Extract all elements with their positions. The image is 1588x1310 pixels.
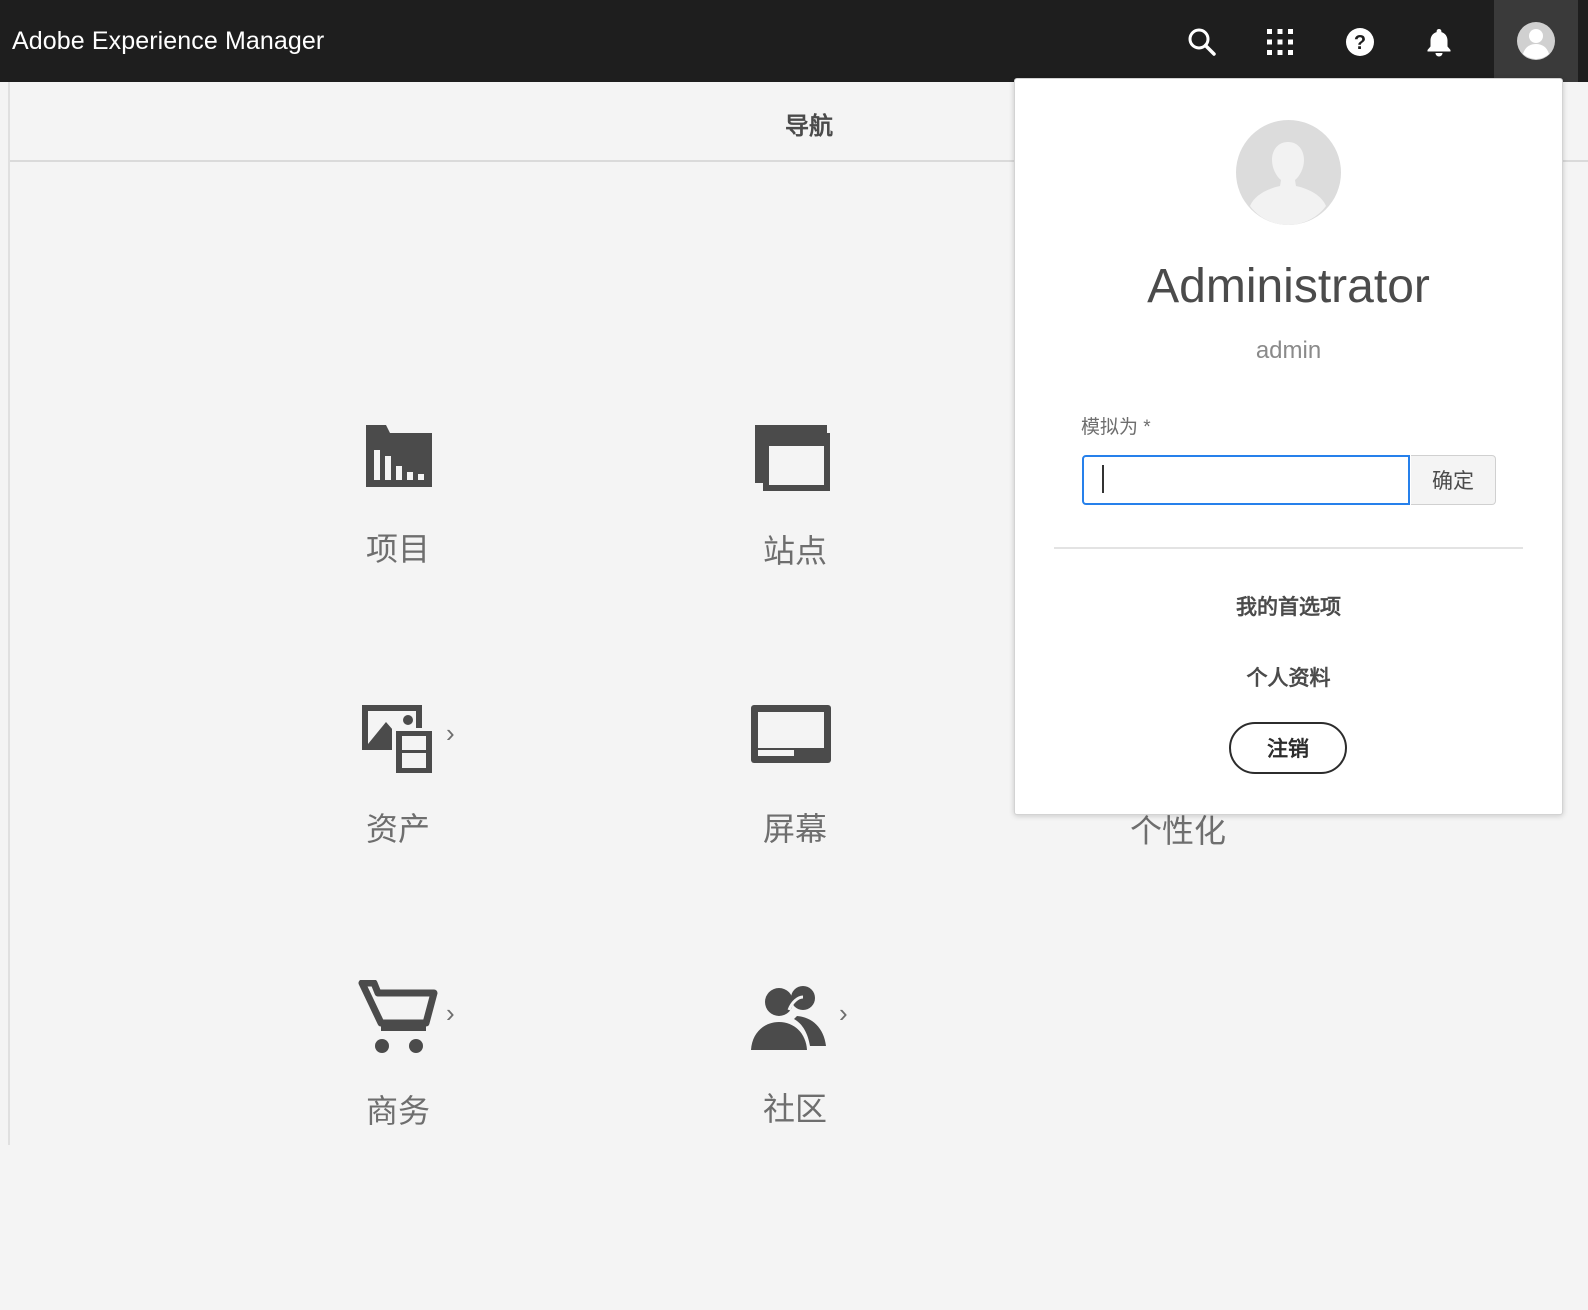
brand-title[interactable]: Adobe Experience Manager: [12, 27, 324, 56]
help-icon[interactable]: ?: [1339, 21, 1381, 63]
user-avatar-button[interactable]: [1494, 0, 1578, 82]
user-avatar-icon: [1517, 22, 1555, 60]
tile-label: 社区: [762, 1091, 827, 1127]
text-cursor: [1102, 465, 1104, 493]
svg-text:?: ?: [1354, 32, 1366, 54]
tile-assets[interactable]: › 资产: [288, 700, 508, 900]
tile-label: 站点: [762, 533, 827, 569]
tile-label: 项目: [365, 531, 430, 567]
sites-icon: [755, 425, 830, 491]
bell-icon[interactable]: [1418, 21, 1460, 63]
screens-icon: [751, 705, 831, 763]
tile-sites[interactable]: 站点: [685, 420, 905, 620]
tile-label: 资产: [365, 811, 430, 847]
profile-link[interactable]: 个人资料: [1015, 662, 1562, 692]
chevron-right-icon: ›: [446, 998, 455, 1028]
communities-icon: [751, 986, 826, 1050]
user-id: admin: [1255, 337, 1322, 364]
apps-grid-icon[interactable]: [1259, 21, 1301, 63]
my-preferences-link[interactable]: 我的首选项: [1015, 591, 1562, 621]
user-display-name: Administrator: [1147, 260, 1430, 313]
top-bar: Adobe Experience Manager ?: [0, 0, 1588, 82]
tile-communities[interactable]: › 社区: [685, 980, 905, 1180]
commerce-cart-icon: [358, 980, 438, 1053]
assets-icon: [362, 705, 434, 774]
impersonate-input[interactable]: [1082, 455, 1410, 505]
avatar: [1236, 120, 1341, 225]
tile-label: 商务: [365, 1093, 430, 1129]
tile-screens[interactable]: 屏幕: [685, 700, 905, 900]
user-silhouette-icon: [1250, 142, 1326, 225]
tile-projects[interactable]: 项目: [288, 420, 508, 620]
tile-commerce[interactable]: › 商务: [288, 980, 508, 1180]
divider: [1054, 547, 1523, 549]
tile-label: 屏幕: [762, 811, 827, 847]
left-rail-divider: [8, 82, 10, 1145]
user-popover: Administrator admin 模拟为 * 确定 我的首选项 个人资料 …: [1014, 78, 1563, 815]
chevron-right-icon: ›: [839, 998, 848, 1028]
projects-icon: [366, 425, 432, 487]
chevron-right-icon: ›: [446, 718, 455, 748]
impersonate-label: 模拟为 *: [1081, 417, 1151, 438]
sign-out-button[interactable]: 注销: [1229, 722, 1347, 774]
impersonate-ok-button[interactable]: 确定: [1411, 455, 1496, 505]
search-icon[interactable]: [1181, 21, 1223, 63]
